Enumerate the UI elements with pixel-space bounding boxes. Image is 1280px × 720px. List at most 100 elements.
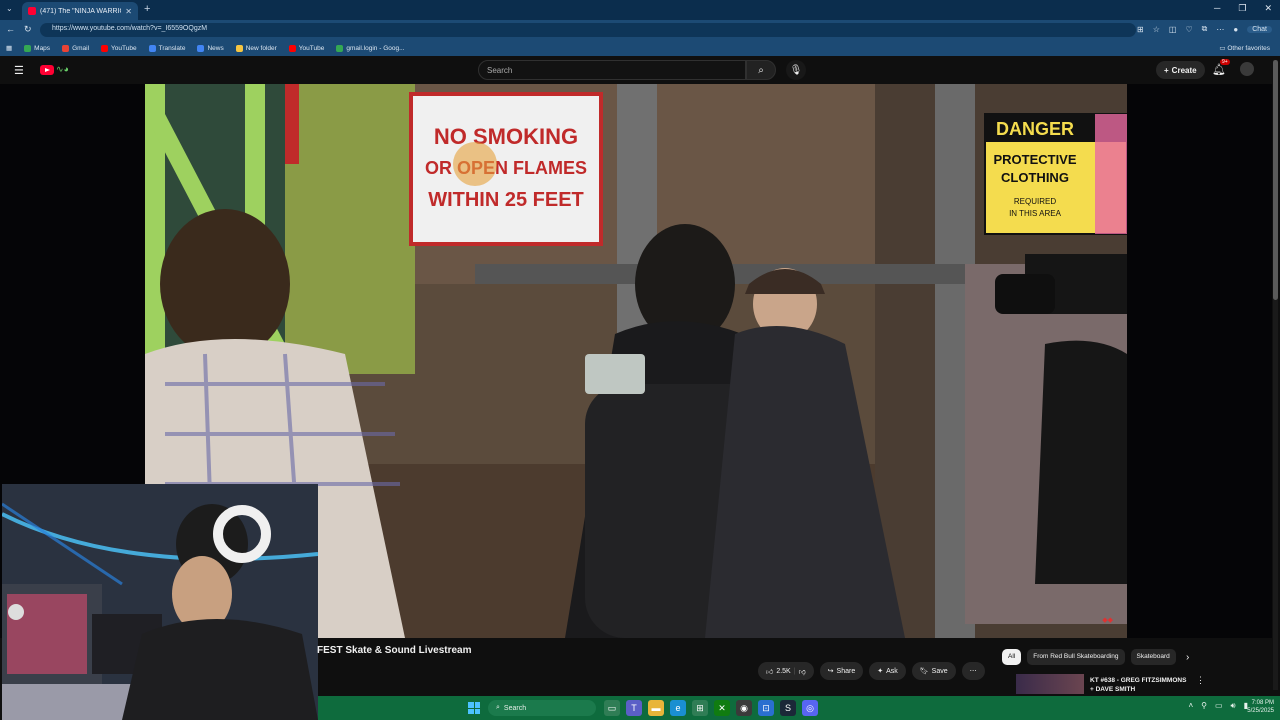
create-label: Create (1171, 65, 1197, 75)
more-actions-button[interactable]: ⋯ (961, 662, 985, 680)
no-smoking-sign: NO SMOKING OR OPEN FLAMES WITHIN 25 FEET (409, 92, 603, 246)
youtube-logo[interactable] (40, 65, 54, 75)
minimize-icon[interactable]: ─ (1214, 3, 1220, 14)
clock-time: 7:08 PM (1251, 700, 1274, 706)
search-button[interactable]: ⌕ (746, 60, 776, 80)
favorite-star-icon[interactable]: ☆ (1153, 25, 1160, 34)
danger-line-1: PROTECTIVE (993, 152, 1076, 167)
like-button[interactable]: 👍︎ 2.5K | 👎︎ (758, 662, 814, 680)
bookmark-label: YouTube (111, 44, 137, 52)
recommended-video[interactable]: KT #638 - GREG FITZSIMMONS + DAVE SMITH (1016, 674, 1196, 694)
bookmark-item[interactable]: New folder (235, 44, 277, 52)
copilot-chat-button[interactable]: Chat (1247, 25, 1272, 33)
save-label: Save (931, 667, 948, 675)
ask-label: Ask (886, 667, 898, 675)
voice-search-button[interactable]: 🎙︎ (786, 60, 806, 80)
recommended-title[interactable]: KT #638 - GREG FITZSIMMONS + DAVE SMITH (1090, 676, 1194, 694)
file-explorer-icon[interactable]: ▬ (648, 700, 664, 716)
bookmark-item[interactable]: Gmail (62, 44, 90, 52)
collections-icon[interactable]: ⧉ (1202, 24, 1208, 34)
recommendation-chips: All From Red Bull Skateboarding Skateboa… (1002, 649, 1176, 665)
task-view-icon[interactable]: ▭ (604, 700, 620, 716)
chevron-right-icon[interactable]: › (1186, 652, 1189, 663)
sign-line-1: NO SMOKING (434, 124, 578, 149)
menu-icon[interactable]: ☰ (14, 64, 24, 77)
plus-icon: + (1164, 65, 1169, 75)
chevron-up-icon[interactable]: ˄ (1188, 701, 1193, 711)
youtube-favicon-icon (28, 7, 36, 15)
edge-icon[interactable]: e (670, 700, 686, 716)
profile-icon[interactable]: ● (1233, 25, 1238, 34)
bookmark-label: Translate (158, 44, 186, 52)
webcam-overlay (2, 484, 318, 720)
save-button[interactable]: 🔖︎ Save (911, 662, 956, 680)
chip-from-red-bull[interactable]: From Red Bull Skateboarding (1027, 649, 1125, 665)
apps-icon[interactable]: ⊞ (1137, 25, 1144, 34)
network-icon[interactable]: ▭ (1215, 701, 1223, 711)
bookmark-label: gmail.login - Goog... (346, 44, 405, 52)
address-bar[interactable]: https://www.youtube.com/watch?v=_I6559OQ… (40, 23, 1136, 37)
sparkle-icon: ✦ (877, 668, 884, 675)
other-favorites[interactable]: ▭ Other favorites (1219, 44, 1270, 52)
favorites-icon[interactable]: ♡ (1185, 25, 1192, 34)
clock-date: 5/25/2025 (1247, 708, 1274, 714)
search-input[interactable]: Search (478, 60, 746, 80)
tab-list-icon[interactable]: ⌄ (6, 4, 13, 13)
bookmarks-bar: ▦ Maps Gmail YouTube Translate News New … (0, 40, 1280, 56)
bookmark-item[interactable]: gmail.login - Goog... (336, 44, 405, 52)
share-icon: ↪ (827, 668, 834, 675)
close-tab-icon[interactable]: ✕ (125, 7, 132, 16)
bookmark-item[interactable]: Translate (148, 44, 186, 52)
bookmark-item[interactable]: YouTube (288, 44, 324, 52)
bookmark-item[interactable]: YouTube (101, 44, 137, 52)
app-icon[interactable]: ⊡ (758, 700, 774, 716)
chip-all[interactable]: All (1002, 649, 1022, 665)
danger-line-4: IN THIS AREA (1009, 209, 1062, 218)
windows-start-icon[interactable] (468, 702, 480, 714)
youtube-doodle-icon: ∿◕ (56, 64, 69, 74)
recommended-thumbnail[interactable] (1016, 674, 1084, 694)
close-window-icon[interactable]: ✕ (1264, 3, 1272, 14)
ask-button[interactable]: ✦ Ask (869, 662, 906, 680)
danger-heading: DANGER (996, 119, 1074, 139)
danger-sign: DANGER PROTECTIVE CLOTHING REQUIRED IN T… (984, 113, 1127, 235)
video-title: FEST Skate & Sound Livestream (317, 645, 472, 656)
taskbar-search[interactable]: ⌕ Search (488, 700, 596, 716)
store-icon[interactable]: ⊞ (692, 700, 708, 716)
thumbs-down-icon[interactable]: 👎︎ (799, 667, 806, 676)
new-tab-icon[interactable]: + (144, 3, 150, 15)
location-icon[interactable]: ⚲ (1201, 701, 1207, 711)
create-button[interactable]: + Create (1156, 61, 1205, 79)
refresh-icon[interactable]: ↻ (24, 24, 32, 35)
bookmark-item[interactable]: News (197, 44, 224, 52)
maximize-icon[interactable]: ❐ (1238, 3, 1246, 14)
taskbar-clock[interactable]: 7:08 PM 5/25/2025 (1247, 699, 1274, 715)
split-screen-icon[interactable]: ◫ (1169, 25, 1177, 34)
system-tray: ˄ ⚲ ▭ 🔊︎ ▮ (1188, 701, 1248, 711)
scrollbar-thumb[interactable] (1273, 60, 1278, 300)
recommended-title-line: KT #638 - GREG FITZSIMMONS (1090, 677, 1187, 684)
share-button[interactable]: ↪ Share (819, 662, 864, 680)
page-scrollbar[interactable] (1273, 60, 1278, 690)
bookmark-icon (62, 44, 70, 52)
other-favorites-label: Other favorites (1227, 45, 1270, 52)
more-icon[interactable]: ⋯ (1216, 25, 1224, 34)
browser-tab-active[interactable]: (471) The "NINJA WARRIORS" ✕ (22, 2, 138, 20)
bookmark-icon (148, 44, 156, 52)
window-controls: ─ ❐ ✕ (1214, 3, 1272, 14)
tab-title: (471) The "NINJA WARRIORS" (40, 7, 121, 15)
danger-line-2: CLOTHING (1001, 170, 1069, 185)
discord-icon[interactable]: ◎ (802, 700, 818, 716)
chrome-icon[interactable]: ◉ (736, 700, 752, 716)
back-icon[interactable]: ← (6, 24, 15, 34)
steam-icon[interactable]: S (780, 700, 796, 716)
volume-icon[interactable]: 🔊︎ (1231, 701, 1236, 711)
xbox-icon[interactable]: ✕ (714, 700, 730, 716)
bookmark-label: Gmail (72, 44, 90, 52)
bookmark-apps-icon[interactable]: ▦ (6, 44, 12, 52)
bookmark-item[interactable]: Maps (24, 44, 50, 52)
teams-icon[interactable]: T (626, 700, 642, 716)
chip-skateboard[interactable]: Skateboard (1130, 649, 1176, 665)
kebab-menu-icon[interactable]: ⋮ (1196, 675, 1205, 686)
avatar[interactable] (1240, 62, 1254, 76)
